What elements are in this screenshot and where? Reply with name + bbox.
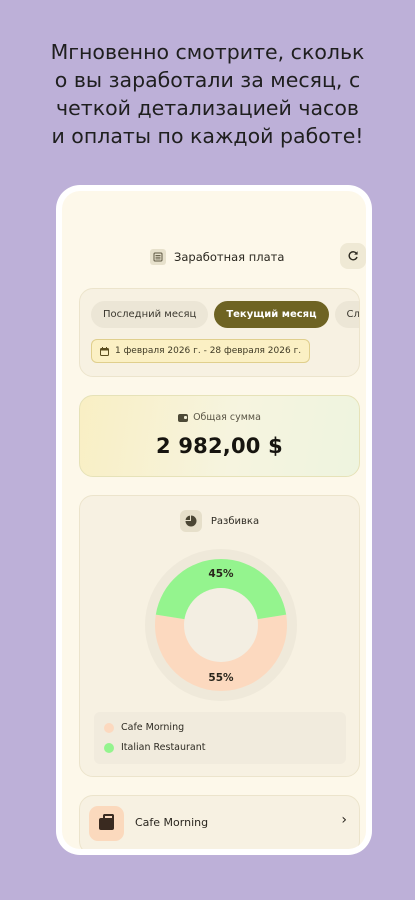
- legend-item: Cafe Morning: [104, 722, 184, 733]
- legend-label: Italian Restaurant: [121, 742, 206, 753]
- job-list-item[interactable]: Cafe Morning ›: [79, 795, 360, 849]
- briefcase-icon: [99, 813, 114, 830]
- calculator-icon: [150, 249, 166, 265]
- promo-line: и оплаты по каждой работе!: [51, 124, 364, 148]
- total-value: 2 982,00 $: [156, 434, 283, 458]
- promo-text: Мгновенно смотрите, скольк о вы заработа…: [0, 38, 415, 150]
- chart-legend: Cafe Morning Italian Restaurant: [94, 712, 346, 764]
- top-bar: Заработная плата: [62, 239, 366, 279]
- chip-current-month[interactable]: Текущий месяц: [214, 301, 329, 328]
- phone-frame: Заработная плата Последний месяц Текущий…: [56, 185, 372, 855]
- chevron-right-icon: ›: [341, 812, 347, 828]
- date-range-button[interactable]: 1 февраля 2026 г. - 28 февраля 2026 г.: [91, 339, 311, 363]
- breakdown-header: Разбивка: [80, 510, 359, 532]
- breakdown-card: Разбивка 55% 45% Cafe Morning Italian Res…: [79, 495, 360, 777]
- total-label-row: Общая сумма: [80, 412, 359, 423]
- app-screen: Заработная плата Последний месяц Текущий…: [62, 191, 366, 849]
- chip-next[interactable]: Сле: [334, 301, 359, 328]
- legend-swatch: [104, 722, 114, 733]
- chip-last-month[interactable]: Последний месяц: [91, 301, 209, 328]
- promo-line: четкой детализацией часов: [56, 96, 359, 120]
- donut-slice-label: 55%: [208, 672, 234, 684]
- breakdown-donut-chart: 55% 45%: [145, 549, 297, 701]
- refresh-icon: [348, 251, 358, 261]
- wallet-icon: [178, 413, 189, 422]
- page-title: Заработная плата: [174, 250, 285, 264]
- period-chips: Последний месяц Текущий месяц Сле: [91, 301, 359, 328]
- calendar-icon: [100, 346, 109, 356]
- promo-line: о вы заработали за месяц, с: [54, 68, 361, 92]
- legend-swatch: [104, 742, 114, 753]
- breakdown-title: Разбивка: [210, 515, 260, 527]
- donut-hole: [184, 588, 258, 662]
- legend-label: Cafe Morning: [121, 722, 185, 733]
- date-range-label: 1 февраля 2026 г. - 28 февраля 2026 г.: [115, 346, 302, 356]
- total-amount-card: Общая сумма 2 982,00 $: [79, 395, 360, 477]
- job-name: Cafe Morning: [135, 816, 209, 829]
- donut-slice-label: 45%: [208, 568, 234, 580]
- pie-chart-icon: [179, 510, 202, 532]
- period-selector: Последний месяц Текущий месяц Сле 1 февр…: [79, 288, 360, 377]
- promo-line: Мгновенно смотрите, скольк: [50, 40, 365, 64]
- job-icon-tile: [89, 806, 124, 841]
- page-title-group: Заработная плата: [150, 249, 284, 265]
- total-label: Общая сумма: [193, 412, 261, 423]
- refresh-button[interactable]: [340, 243, 366, 269]
- legend-item: Italian Restaurant: [104, 742, 206, 753]
